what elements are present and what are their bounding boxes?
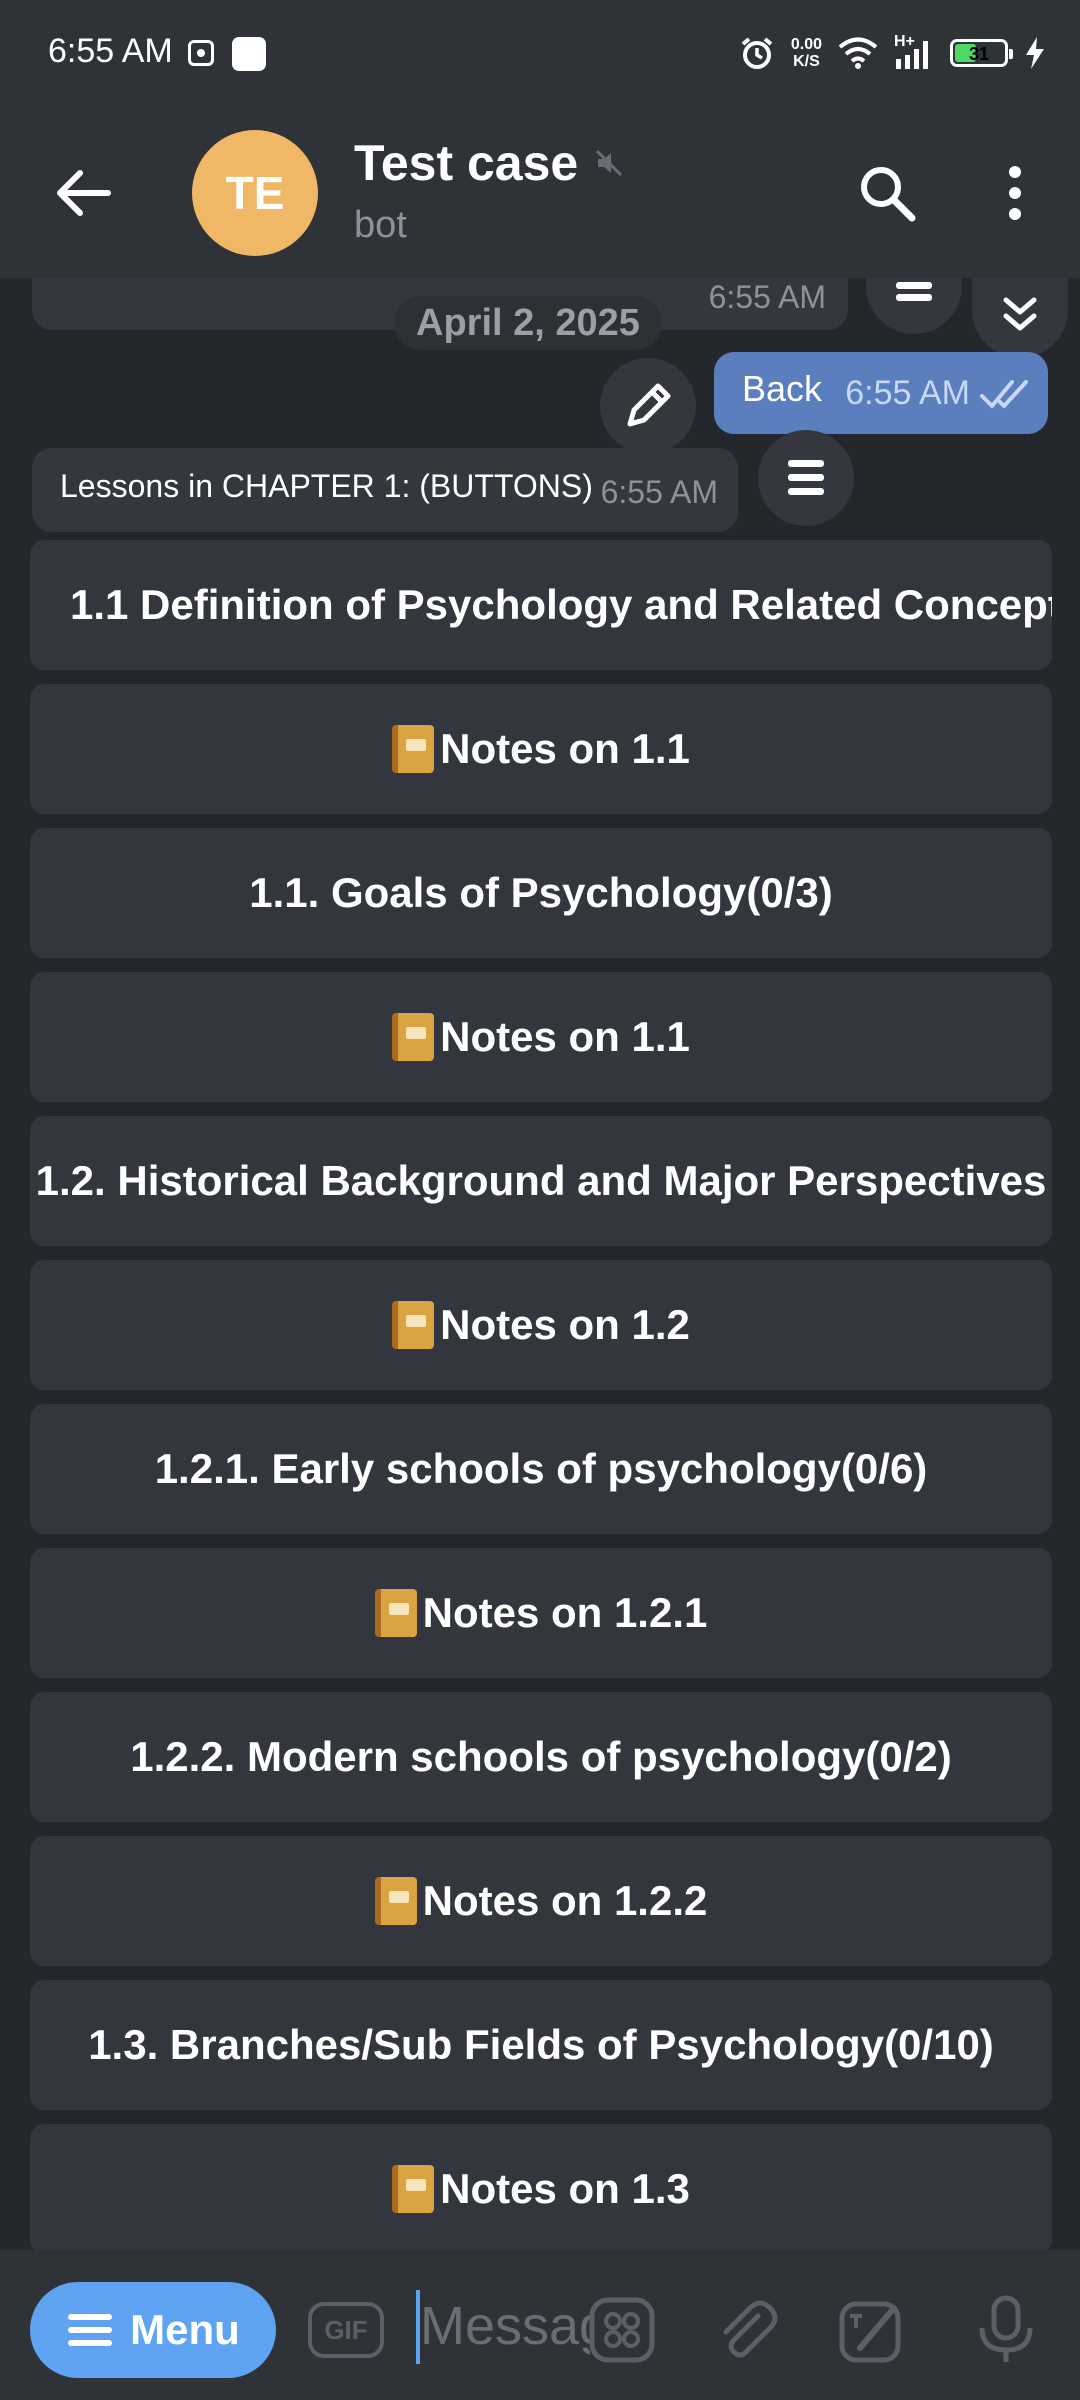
charging-icon xyxy=(1026,37,1044,69)
status-time: 6:55 AM xyxy=(48,32,173,70)
inline-button-label: Notes on 1.2.1 xyxy=(422,1589,708,1636)
scroll-down-button[interactable] xyxy=(972,278,1068,358)
inline-button-label: Notes on 1.1 xyxy=(440,1013,690,1060)
more-options-icon[interactable] xyxy=(990,158,1040,228)
received-message-bubble[interactable]: Lessons in CHAPTER 1: (BUTTONS) 6:55 AM xyxy=(32,448,738,532)
edit-message-button[interactable] xyxy=(600,358,696,454)
previous-keyboard-menu-button[interactable] xyxy=(866,278,962,334)
inline-button-label: 1.3. Branches/Sub Fields of Psychology(0… xyxy=(88,2021,994,2068)
inline-button-notes-1-1-second[interactable]: Notes on 1.1 xyxy=(30,972,1052,1102)
inline-button-label: Notes on 1.3 xyxy=(440,2165,690,2212)
net-speed-unit: K/S xyxy=(793,53,820,70)
microphone-icon[interactable] xyxy=(970,2294,1042,2366)
inline-button-label: 1.2.1. Early schools of psychology(0/6) xyxy=(154,1445,928,1492)
keyboard-menu-button[interactable] xyxy=(758,430,854,526)
inline-button-label: Notes on 1.1 xyxy=(440,725,690,772)
sticker-grid-icon[interactable] xyxy=(586,2294,658,2366)
notebook-icon xyxy=(392,2165,435,2213)
search-icon[interactable] xyxy=(852,158,922,228)
inline-button-notes-1-2[interactable]: Notes on 1.2 xyxy=(30,1260,1052,1390)
inline-button-goals-of-psychology[interactable]: 1.1. Goals of Psychology(0/3) xyxy=(30,828,1052,958)
status-bar: 6:55 AM 0.00 K/S H+ 31 xyxy=(0,0,1080,106)
battery-icon: 31 xyxy=(950,39,1013,67)
menu-label: Menu xyxy=(130,2306,240,2353)
inline-button-early-schools[interactable]: 1.2.1. Early schools of psychology(0/6) xyxy=(30,1404,1052,1534)
inline-button-branches[interactable]: 1.3. Branches/Sub Fields of Psychology(0… xyxy=(30,1980,1052,2110)
inline-button-1-1-definition[interactable]: 1.1 Definition of Psychology and Related… xyxy=(30,540,1052,670)
inline-button-label: 1.2. Historical Background and Major Per… xyxy=(35,1157,1047,1204)
screenshot-icon xyxy=(188,40,214,66)
back-arrow-icon[interactable] xyxy=(48,158,118,228)
chat-title-row[interactable]: Test case xyxy=(354,134,624,192)
received-message-text: Lessons in CHAPTER 1: (BUTTONS) xyxy=(60,468,593,504)
chat-title: Test case xyxy=(354,135,579,191)
wifi-icon xyxy=(838,37,878,69)
hamburger-icon xyxy=(68,2314,113,2346)
inline-button-notes-1-3[interactable]: Notes on 1.3 xyxy=(30,2124,1052,2250)
chat-header: TE Test case bot xyxy=(0,106,1080,278)
battery-percent: 31 xyxy=(968,44,990,64)
menu-lines-icon xyxy=(788,460,824,495)
menu-lines-icon xyxy=(896,282,932,301)
received-message-time: 6:55 AM xyxy=(600,474,718,510)
pencil-icon xyxy=(627,383,671,427)
muted-icon xyxy=(596,149,623,177)
avatar[interactable]: TE xyxy=(192,130,318,256)
double-chevron-down-icon xyxy=(1003,297,1037,331)
inline-button-notes-1-2-1[interactable]: Notes on 1.2.1 xyxy=(30,1548,1052,1678)
notebook-icon xyxy=(374,1589,417,1637)
notebook-icon xyxy=(392,725,435,773)
cell-signal: H+ xyxy=(894,33,934,71)
inline-button-historical-background[interactable]: 1.2. Historical Background and Major Per… xyxy=(30,1116,1052,1246)
chat-subtitle: bot xyxy=(354,204,407,246)
sent-message-text: Back xyxy=(742,368,823,409)
inline-button-label: Notes on 1.2.2 xyxy=(422,1877,708,1924)
notebook-icon xyxy=(392,1013,435,1061)
inline-button-notes-1-2-2[interactable]: Notes on 1.2.2 xyxy=(30,1836,1052,1966)
signal-bars-icon xyxy=(896,41,928,69)
notebook-icon xyxy=(392,1301,435,1349)
status-icons: 0.00 K/S H+ 31 xyxy=(739,30,1046,76)
inline-button-notes-1-1[interactable]: Notes on 1.1 xyxy=(30,684,1052,814)
chat-area[interactable]: 6:55 AM April 2, 2025 Back 6:55 AM Lesso… xyxy=(0,278,1080,2250)
inline-button-label: Notes on 1.2 xyxy=(440,1301,690,1348)
notebook-icon xyxy=(374,1877,417,1925)
inline-button-label: 1.2.2. Modern schools of psychology(0/2) xyxy=(130,1733,952,1780)
message-input[interactable] xyxy=(420,2286,590,2366)
blue-diamond-icon xyxy=(45,594,67,616)
net-speed-value: 0.00 xyxy=(790,36,822,53)
sent-message-time: 6:55 AM xyxy=(845,374,970,412)
photo-editor-icon[interactable] xyxy=(836,2294,908,2366)
message-input-bar: Menu GIF xyxy=(0,2250,1080,2400)
previous-message-time: 6:55 AM xyxy=(708,279,826,315)
inline-button-modern-schools[interactable]: 1.2.2. Modern schools of psychology(0/2) xyxy=(30,1692,1052,1822)
sent-message-meta: 6:55 AM xyxy=(845,374,1030,413)
sent-message-bubble[interactable]: Back 6:55 AM xyxy=(714,352,1048,434)
inline-button-label: 1.1. Goals of Psychology(0/3) xyxy=(249,869,833,916)
double-check-icon xyxy=(980,379,1028,408)
gif-icon[interactable]: GIF xyxy=(308,2302,384,2358)
date-separator: April 2, 2025 xyxy=(394,296,662,350)
bot-menu-button[interactable]: Menu xyxy=(30,2282,276,2378)
inline-button-label: 1.1 Definition of Psychology and Related… xyxy=(70,581,1052,628)
notification-square-icon xyxy=(232,37,266,71)
net-speed: 0.00 K/S xyxy=(791,36,822,70)
alarm-icon xyxy=(741,37,773,69)
attach-paperclip-icon[interactable] xyxy=(710,2294,782,2366)
